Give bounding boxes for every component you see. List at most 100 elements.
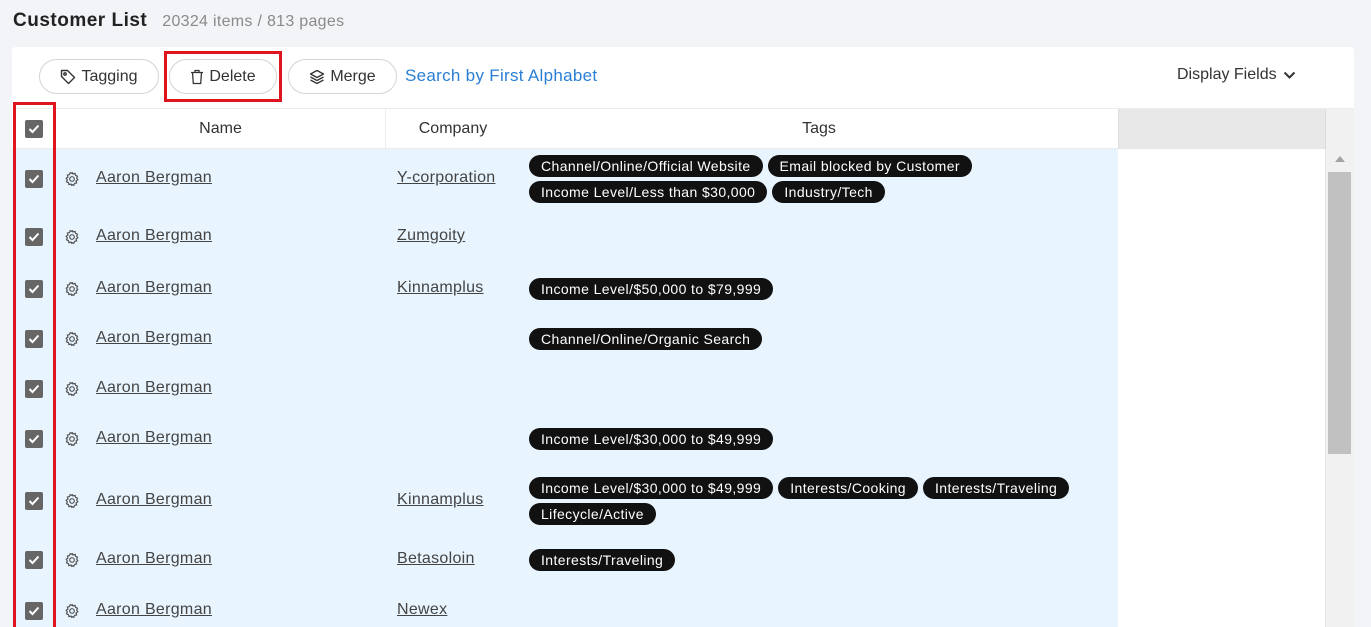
customer-name-link[interactable]: Aaron Bergman xyxy=(96,169,212,187)
delete-label: Delete xyxy=(209,67,256,85)
gear-icon[interactable] xyxy=(64,331,80,347)
column-header-company[interactable]: Company xyxy=(386,109,520,149)
tag-badge: Income Level/$30,000 to $49,999 xyxy=(529,477,774,499)
table-row: Aaron Bergman Zumgoity xyxy=(12,209,1118,265)
gear-icon[interactable] xyxy=(64,229,80,245)
row-checkbox[interactable] xyxy=(25,492,43,510)
table-row: Aaron Bergman Betasoloin Interests/Traveli… xyxy=(12,537,1118,583)
customer-name-link[interactable]: Aaron Bergman xyxy=(96,601,212,619)
table-row: Aaron Bergman xyxy=(12,365,1118,413)
page-header: Customer List 20324 items / 813 pages xyxy=(13,10,344,34)
search-by-first-alphabet-link[interactable]: Search by First Alphabet xyxy=(405,66,597,86)
scroll-up-arrow-icon[interactable] xyxy=(1335,156,1345,162)
tag-badge: Lifecycle/Active xyxy=(529,503,656,525)
tag-badge: Income Level/Less than $30,000 xyxy=(529,181,768,203)
table-row: Aaron Bergman Channel/Online/Organic Sear… xyxy=(12,313,1118,365)
tagging-button[interactable]: Tagging xyxy=(39,59,159,94)
company-link[interactable]: Zumgoity xyxy=(397,227,465,245)
table-row: Aaron Bergman Income Level/$30,000 to $49… xyxy=(12,413,1118,465)
tag-badge: Income Level/$50,000 to $79,999 xyxy=(529,278,774,300)
company-link[interactable]: Newex xyxy=(397,601,447,619)
company-link[interactable]: Y-corporation xyxy=(397,169,495,187)
customer-name-link[interactable]: Aaron Bergman xyxy=(96,429,212,447)
tag-icon xyxy=(61,69,76,84)
company-link[interactable]: Kinnamplus xyxy=(397,491,484,509)
scrollbar-thumb[interactable] xyxy=(1328,172,1351,454)
row-checkbox[interactable] xyxy=(25,170,43,188)
check-icon xyxy=(28,384,40,394)
tag-badge: Interests/Traveling xyxy=(922,477,1070,499)
tags-cell: Interests/Traveling xyxy=(529,549,1119,571)
tag-badge: Interests/Cooking xyxy=(778,477,918,499)
tags-cell: Income Level/$50,000 to $79,999 xyxy=(529,278,1119,300)
tag-badge: Channel/Online/Official Website xyxy=(529,155,763,177)
delete-button[interactable]: Delete xyxy=(169,59,277,94)
customer-name-link[interactable]: Aaron Bergman xyxy=(96,550,212,568)
table-body: Aaron Bergman Y-corporation Channel/Online… xyxy=(12,149,1118,627)
tag-badge: Industry/Tech xyxy=(772,181,885,203)
tagging-label: Tagging xyxy=(81,67,138,85)
select-all-checkbox[interactable] xyxy=(25,120,43,138)
table-row: Aaron Bergman Y-corporation Channel/Online… xyxy=(12,149,1118,209)
select-all-cell xyxy=(12,109,56,149)
row-checkbox[interactable] xyxy=(25,430,43,448)
customer-name-link[interactable]: Aaron Bergman xyxy=(96,491,212,509)
gear-icon[interactable] xyxy=(64,552,80,568)
table-row: Aaron Bergman Kinnamplus Income Level/$30,… xyxy=(12,465,1118,537)
gear-icon[interactable] xyxy=(64,171,80,187)
column-header-name[interactable]: Name xyxy=(56,109,386,149)
gear-icon[interactable] xyxy=(64,603,80,619)
check-icon xyxy=(28,232,40,242)
extra-column xyxy=(1118,149,1325,627)
gear-icon[interactable] xyxy=(64,493,80,509)
check-icon xyxy=(28,555,40,565)
display-fields-label: Display Fields xyxy=(1177,66,1277,83)
table-header: Name Company Tags xyxy=(12,108,1354,149)
tags-cell: Channel/Online/Official Website Email blo… xyxy=(529,155,1119,203)
company-link[interactable]: Betasoloin xyxy=(397,550,475,568)
vertical-scrollbar[interactable] xyxy=(1325,149,1354,627)
tags-cell: Income Level/$30,000 to $49,999 xyxy=(529,428,1119,450)
row-checkbox[interactable] xyxy=(25,330,43,348)
customer-name-link[interactable]: Aaron Bergman xyxy=(96,379,212,397)
tag-badge: Channel/Online/Organic Search xyxy=(529,328,763,350)
tags-cell: Channel/Online/Organic Search xyxy=(529,328,1119,350)
customer-name-link[interactable]: Aaron Bergman xyxy=(96,227,212,245)
customer-table-card: Tagging Delete Merge Search by First Alp… xyxy=(12,47,1354,627)
gear-icon[interactable] xyxy=(64,281,80,297)
row-checkbox[interactable] xyxy=(25,228,43,246)
layers-icon xyxy=(310,69,325,84)
company-link[interactable]: Kinnamplus xyxy=(397,279,484,297)
scrollbar-header-cap xyxy=(1325,109,1354,149)
merge-button[interactable]: Merge xyxy=(288,59,397,94)
merge-label: Merge xyxy=(330,67,376,85)
display-fields-dropdown[interactable]: Display Fields xyxy=(1177,66,1296,84)
check-icon xyxy=(28,434,40,444)
tag-badge: Email blocked by Customer xyxy=(767,155,972,177)
check-icon xyxy=(28,124,40,134)
gear-icon[interactable] xyxy=(64,431,80,447)
table-row: Aaron Bergman Newex xyxy=(12,583,1118,627)
page-title: Customer List xyxy=(13,10,148,31)
row-checkbox[interactable] xyxy=(25,380,43,398)
check-icon xyxy=(28,284,40,294)
trash-icon xyxy=(191,69,204,84)
check-icon xyxy=(28,496,40,506)
customer-name-link[interactable]: Aaron Bergman xyxy=(96,279,212,297)
row-checkbox[interactable] xyxy=(25,280,43,298)
row-checkbox[interactable] xyxy=(25,602,43,620)
column-header-tags[interactable]: Tags xyxy=(520,109,1118,149)
check-icon xyxy=(28,174,40,184)
gear-icon[interactable] xyxy=(64,381,80,397)
check-icon xyxy=(28,334,40,344)
item-count: 20324 items / 813 pages xyxy=(162,13,345,30)
tag-badge: Income Level/$30,000 to $49,999 xyxy=(529,428,774,450)
table-row: Aaron Bergman Kinnamplus Income Level/$50,… xyxy=(12,265,1118,313)
toolbar: Tagging Delete Merge Search by First Alp… xyxy=(12,47,1354,108)
row-checkbox[interactable] xyxy=(25,551,43,569)
check-icon xyxy=(28,606,40,616)
tags-cell: Income Level/$30,000 to $49,999 Interests… xyxy=(529,477,1119,525)
customer-name-link[interactable]: Aaron Bergman xyxy=(96,329,212,347)
tag-badge: Interests/Traveling xyxy=(529,549,676,571)
column-header-extra xyxy=(1118,109,1325,149)
